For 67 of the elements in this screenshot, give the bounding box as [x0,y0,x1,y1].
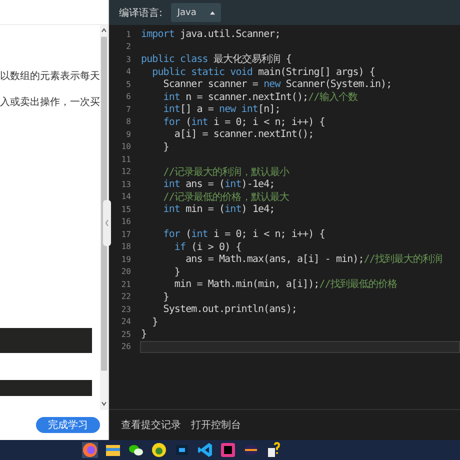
scrollbar[interactable] [100,25,108,410]
code-line: } [162,290,170,303]
line-number: 5 [125,80,132,89]
line-number: 22 [120,292,132,302]
folder-icon[interactable] [105,442,121,458]
code-line: //记录最大的利润，默认最小 [162,166,290,178]
chat-bubbles-icon[interactable] [128,442,144,458]
line-number: 26 [120,342,132,352]
line-number: 17 [120,230,132,239]
oval-app-icon[interactable] [243,442,259,458]
line-number: 9 [125,130,132,139]
line-number: 10 [120,142,132,152]
line-number: 18 [120,242,132,252]
line-number: 7 [125,104,132,114]
line-number: 24 [120,317,132,326]
code-line: Scanner scanner = new Scanner(System.in); [162,78,393,90]
code-line: } [140,328,148,340]
line-number: 4 [125,67,132,76]
browser-icon[interactable] [82,442,98,458]
ribbon-icon[interactable] [197,442,213,458]
code-line: import java.util.Scanner; [140,28,282,40]
caret-icon [210,10,216,14]
line-number: 21 [120,280,132,289]
line-number: 2 [125,42,132,52]
line-number: 14 [120,192,132,202]
circle-app-icon[interactable] [151,442,167,458]
code-line: System.out.println(ans); [162,303,298,316]
footer-link[interactable]: 打开控制台 [191,418,241,432]
line-number: 6 [125,92,132,102]
app-tile-icon[interactable] [174,442,190,458]
code-line: } [173,266,181,278]
code-line: int min = (int) 1e4; [162,203,276,216]
line-number: 15 [120,204,132,214]
code-line: public class 最大化交易利润 { [140,53,292,66]
code-line: for (int i = 0; i < n; i++) { [162,228,326,240]
line-number: 1 [125,30,132,39]
line-number: 13 [120,180,132,189]
square-app-icon[interactable] [220,442,236,458]
collapse-handle[interactable] [103,200,111,246]
line-number: 20 [120,267,132,276]
problem-text: 以数组的元素表示每天 [0,71,100,83]
line-number: 16 [120,217,132,226]
line-number: 11 [120,154,132,164]
code-line: if (i > 0) { [173,240,242,253]
code-line: } [151,316,159,328]
line-number: 8 [125,117,132,126]
code-line: a[i] = scanner.nextInt(); [173,128,315,140]
finish-study-button[interactable]: 完成学习 [36,417,100,433]
code-line: int n = scanner.nextInt();//输入个数 [162,90,358,103]
code-line: int[] a = new int[n]; [162,103,282,116]
code-line: ans = Math.max(ans, a[i] - min);//找到最大的利润 [184,253,443,266]
question-mark-icon[interactable] [266,442,282,458]
line-number: 3 [125,54,132,64]
line-number: 23 [120,304,132,314]
code-line: int ans = (int)-1e4; [162,178,276,190]
language-label: 编译语言: [119,6,162,20]
code-line: //记录最低的价格，默认最大 [162,190,290,203]
line-number: 25 [120,330,132,339]
footer-link[interactable]: 查看提交记录 [121,418,181,432]
code-line: } [162,140,170,153]
code-line: for (int i = 0; i < n; i++) { [162,116,326,128]
problem-text: 入或卖出操作，一次买 [0,97,100,109]
language-select[interactable]: Java [171,3,222,22]
line-number: 19 [120,254,132,264]
line-number: 12 [120,167,132,176]
code-line: public static void main(String[] args) { [151,66,376,78]
code-line: min = Math.min(min, a[i]);//找到最低的价格 [173,278,398,290]
